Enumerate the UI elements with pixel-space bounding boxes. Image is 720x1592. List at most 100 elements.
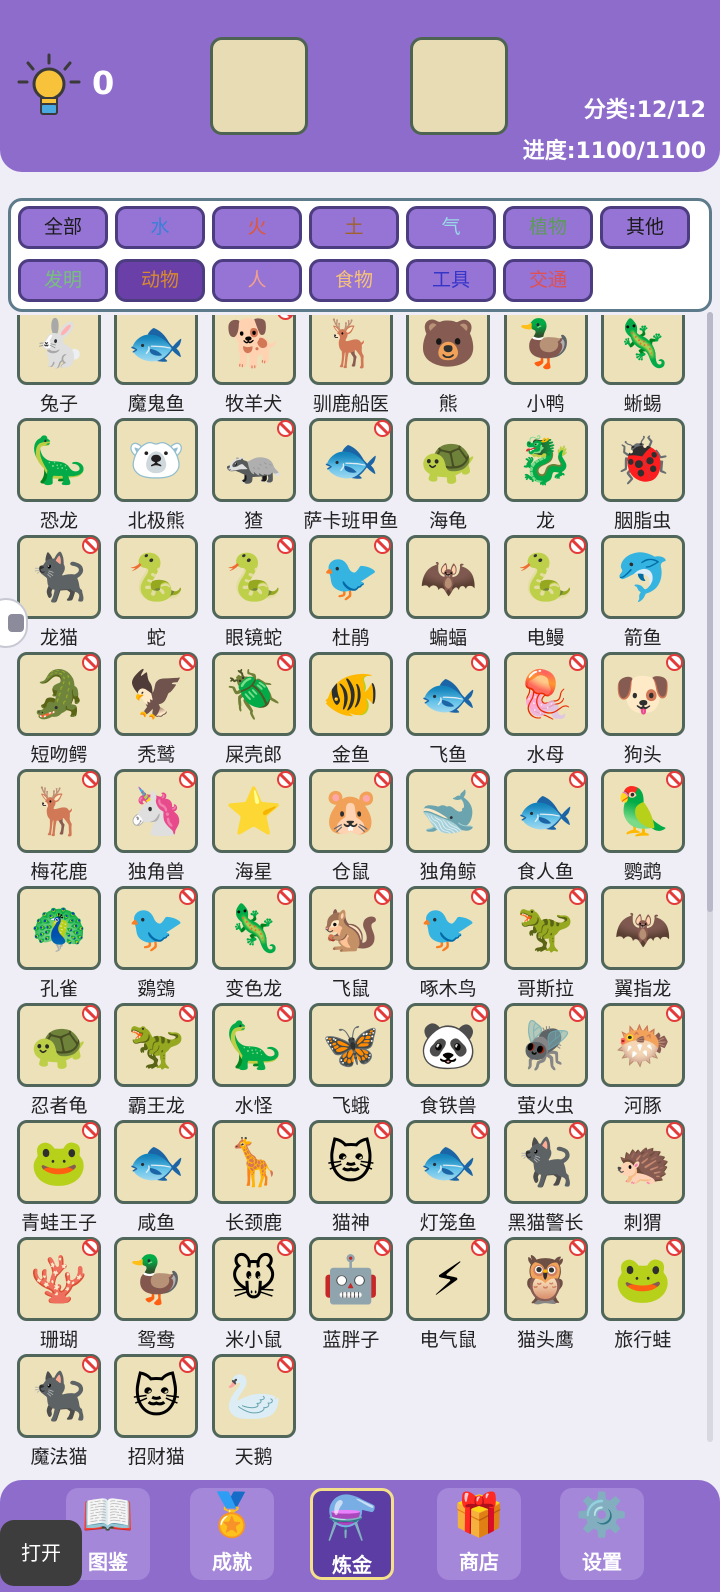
item-card[interactable]: 🪸 珊瑚 <box>16 1237 114 1355</box>
item-card[interactable]: 🐈‍⬛ 龙猫 <box>16 535 114 653</box>
item-card[interactable]: 🐦 杜鹃 <box>308 535 406 653</box>
filter-tab[interactable]: 发明 <box>18 259 108 302</box>
item-card[interactable]: 🦎 蜥蜴 <box>600 315 698 419</box>
item-tile[interactable]: 🐻 <box>406 315 491 385</box>
item-card[interactable]: 🐟 魔鬼鱼 <box>113 315 211 419</box>
item-card[interactable]: ⚡ 电气鼠 <box>405 1237 503 1355</box>
combine-slot-1[interactable] <box>210 37 308 135</box>
item-card[interactable]: 🪲 屎壳郎 <box>211 652 309 770</box>
nav-alchemy[interactable]: ⚗️ 炼金 <box>310 1488 394 1580</box>
item-card[interactable]: 🐻‍❄️ 北极熊 <box>113 418 211 536</box>
item-card[interactable]: 🦆 小鸭 <box>503 315 601 419</box>
item-tile[interactable]: 🐢 <box>406 418 491 502</box>
item-card[interactable]: 🐱 猫神 <box>308 1120 406 1238</box>
item-card[interactable]: 🐞 胭脂虫 <box>600 418 698 536</box>
item-card[interactable]: 🐟 食人鱼 <box>503 769 601 887</box>
item-card[interactable]: 🐋 独角鲸 <box>405 769 503 887</box>
nav-shop[interactable]: 🎁 商店 <box>437 1488 521 1580</box>
item-card[interactable]: 🦎 变色龙 <box>211 886 309 1004</box>
item-card[interactable]: ⭐ 海星 <box>211 769 309 887</box>
item-tile[interactable]: 🐬 <box>600 535 685 619</box>
filter-tab[interactable]: 土 <box>309 206 399 249</box>
item-tile[interactable]: 🐟 <box>114 315 199 385</box>
item-card[interactable]: 🐍 蛇 <box>113 535 211 653</box>
item-card[interactable]: 🐟 咸鱼 <box>113 1120 211 1238</box>
item-card[interactable]: 🦇 翼指龙 <box>600 886 698 1004</box>
item-card[interactable]: 🦅 秃鹫 <box>113 652 211 770</box>
item-card[interactable]: 🦌 梅花鹿 <box>16 769 114 887</box>
item-card[interactable]: 🐟 飞鱼 <box>405 652 503 770</box>
item-tile[interactable]: 🦎 <box>600 315 685 385</box>
filter-tab[interactable]: 其他 <box>600 206 690 249</box>
item-card[interactable]: 🐸 旅行蛙 <box>600 1237 698 1355</box>
item-tile[interactable]: 🐍 <box>114 535 199 619</box>
combine-slot-2[interactable] <box>410 37 508 135</box>
item-tile[interactable]: 🐻‍❄️ <box>114 418 199 502</box>
item-tile[interactable]: 🦚 <box>17 886 101 970</box>
item-card[interactable]: 🐸 青蛙王子 <box>16 1120 114 1238</box>
item-card[interactable]: 🐻 熊 <box>405 315 503 419</box>
filter-tab[interactable]: 工具 <box>406 259 496 302</box>
item-card[interactable]: 🦜 鹦鹉 <box>600 769 698 887</box>
item-card[interactable]: 🐦 啄木鸟 <box>405 886 503 1004</box>
item-card[interactable]: 🦕 水怪 <box>211 1003 309 1121</box>
item-card[interactable]: 🦌 驯鹿船医 <box>308 315 406 419</box>
lightbulb-icon[interactable] <box>16 52 82 122</box>
item-card[interactable]: 🐍 眼镜蛇 <box>211 535 309 653</box>
item-card[interactable]: 🐼 食铁兽 <box>405 1003 503 1121</box>
item-card[interactable]: 🐢 海龟 <box>405 418 503 536</box>
item-card[interactable]: 🐠 金鱼 <box>308 652 406 770</box>
filter-tab[interactable]: 动物 <box>115 259 205 302</box>
item-card[interactable]: 🐢 忍者龟 <box>16 1003 114 1121</box>
filter-tab[interactable]: 火 <box>212 206 302 249</box>
filter-tab[interactable]: 全部 <box>18 206 108 249</box>
item-card[interactable]: 🦔 刺猬 <box>600 1120 698 1238</box>
item-card[interactable]: 🐟 灯笼鱼 <box>405 1120 503 1238</box>
item-card[interactable]: 🦡 猹 <box>211 418 309 536</box>
item-card[interactable]: 🦆 鸳鸯 <box>113 1237 211 1355</box>
item-tile[interactable]: 🦆 <box>503 315 588 385</box>
item-card[interactable]: 🐟 萨卡班甲鱼 <box>303 418 406 536</box>
item-card[interactable]: 🐈‍⬛ 魔法猫 <box>16 1354 114 1472</box>
filter-tab[interactable]: 食物 <box>309 259 399 302</box>
item-tile[interactable]: 🦇 <box>406 535 491 619</box>
item-card[interactable]: 🐿️ 飞鼠 <box>308 886 406 1004</box>
item-card[interactable]: 🦖 哥斯拉 <box>503 886 601 1004</box>
item-card[interactable]: 🦋 飞蛾 <box>308 1003 406 1121</box>
filter-tab[interactable]: 植物 <box>503 206 593 249</box>
filter-tab[interactable]: 水 <box>115 206 205 249</box>
item-card[interactable]: 🐇 兔子 <box>16 315 114 419</box>
scrollbar-thumb[interactable] <box>707 312 713 912</box>
item-card[interactable]: 🐡 河豚 <box>600 1003 698 1121</box>
item-tile[interactable]: 🦌 <box>308 315 393 385</box>
filter-tab[interactable]: 人 <box>212 259 302 302</box>
nav-achievements[interactable]: 🏅 成就 <box>190 1488 274 1580</box>
item-card[interactable]: 🐭 米小鼠 <box>211 1237 309 1355</box>
item-card[interactable]: 🦚 孔雀 <box>16 886 114 1004</box>
item-card[interactable]: 🐹 仓鼠 <box>308 769 406 887</box>
item-card[interactable]: 🐈‍⬛ 黑猫警长 <box>503 1120 601 1238</box>
nav-settings[interactable]: ⚙️ 设置 <box>560 1488 644 1580</box>
item-card[interactable]: 🐦 鵎鵼 <box>113 886 211 1004</box>
item-card[interactable]: 🦇 蝙蝠 <box>405 535 503 653</box>
item-card[interactable]: 🦢 天鹅 <box>211 1354 309 1472</box>
item-card[interactable]: 🦕 恐龙 <box>16 418 114 536</box>
open-button[interactable]: 打开 <box>0 1520 82 1586</box>
item-card[interactable]: 🐬 箭鱼 <box>600 535 698 653</box>
item-tile[interactable]: 🐕 <box>211 315 296 385</box>
item-card[interactable]: 🦉 猫头鹰 <box>503 1237 601 1355</box>
item-card[interactable]: 🐕 牧羊犬 <box>211 315 309 419</box>
item-card[interactable]: 🐶 狗头 <box>600 652 698 770</box>
filter-tab[interactable]: 交通 <box>503 259 593 302</box>
item-card[interactable]: 🐱 招财猫 <box>113 1354 211 1472</box>
item-card[interactable]: 🦖 霸王龙 <box>113 1003 211 1121</box>
item-card[interactable]: 🐍 电鳗 <box>503 535 601 653</box>
item-tile[interactable]: 🐠 <box>308 652 393 736</box>
filter-tab[interactable]: 气 <box>406 206 496 249</box>
item-card[interactable]: 🪼 水母 <box>503 652 601 770</box>
item-tile[interactable]: 🦕 <box>17 418 101 502</box>
item-card[interactable]: 🪰 萤火虫 <box>503 1003 601 1121</box>
item-card[interactable]: 🤖 蓝胖子 <box>308 1237 406 1355</box>
item-tile[interactable]: 🐇 <box>17 315 101 385</box>
item-card[interactable]: 🦄 独角兽 <box>113 769 211 887</box>
